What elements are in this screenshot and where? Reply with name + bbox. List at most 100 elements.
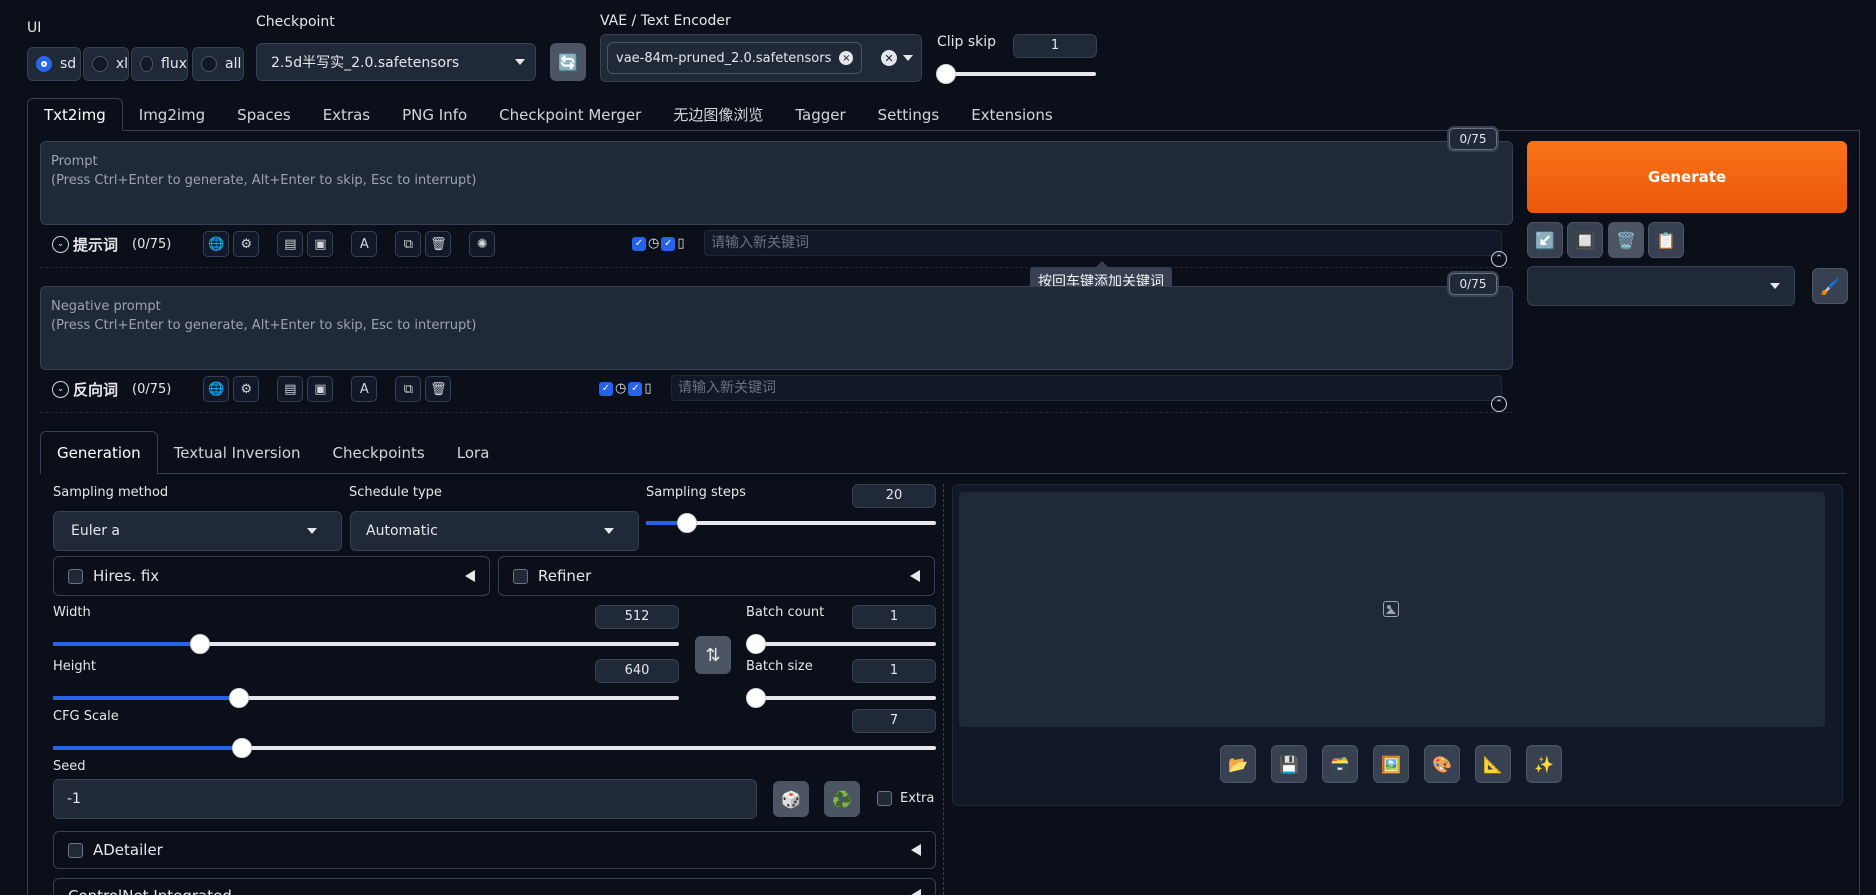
read-params-button[interactable]: ↙️ <box>1527 222 1563 258</box>
tab-settings[interactable]: Settings <box>862 98 956 131</box>
sampling-steps-input[interactable]: 20 <box>852 484 936 508</box>
send-to-inpaint-button[interactable]: 🎨 <box>1424 745 1460 783</box>
negative-prompt-textarea[interactable]: Negative prompt (Press Ctrl+Enter to gen… <box>40 286 1513 370</box>
clip-skip-input[interactable]: 1 <box>1013 34 1097 58</box>
send-to-extras-button[interactable]: 📐 <box>1475 745 1511 783</box>
height-slider[interactable] <box>53 688 679 708</box>
cfg-scale-slider[interactable] <box>53 738 936 758</box>
slider-thumb[interactable] <box>746 688 766 708</box>
sampling-steps-slider[interactable] <box>646 513 936 533</box>
refiner-accordion[interactable]: Refiner <box>498 556 935 596</box>
tab-spaces[interactable]: Spaces <box>221 98 307 131</box>
ui-radio-xl[interactable]: xl <box>83 47 129 81</box>
chevron-down-icon[interactable] <box>903 55 913 61</box>
translate-text-icon[interactable]: A <box>351 376 378 402</box>
checkbox-checked-icon[interactable]: ✓ <box>632 236 646 251</box>
translate-icon[interactable]: 🌐 <box>203 231 230 257</box>
remove-chip-icon[interactable]: × <box>839 51 854 65</box>
styles-dropdown[interactable] <box>1527 266 1795 306</box>
tab-extensions[interactable]: Extensions <box>955 98 1068 131</box>
expand-up-icon[interactable]: ⌃ <box>1491 251 1507 267</box>
batch-count-input[interactable]: 1 <box>852 605 936 629</box>
collapse-icon[interactable]: ⌄ <box>52 235 69 253</box>
height-input[interactable]: 640 <box>595 659 679 683</box>
ui-radio-sd[interactable]: sd <box>27 47 81 81</box>
subtab-generation[interactable]: Generation <box>40 431 158 474</box>
hires-fix-checkbox[interactable] <box>68 568 83 584</box>
upscale-button[interactable]: ✨ <box>1526 745 1562 783</box>
tab-txt2img[interactable]: Txt2img <box>27 98 123 131</box>
width-slider[interactable] <box>53 634 679 654</box>
clipboard-button[interactable]: 📋 <box>1648 222 1684 258</box>
slider-thumb[interactable] <box>228 688 249 708</box>
gear-icon[interactable]: ⚙ <box>233 376 260 402</box>
checkbox-checked-icon[interactable]: ✓ <box>599 381 613 396</box>
generate-button[interactable]: Generate <box>1527 141 1847 213</box>
schedule-type-dropdown[interactable]: Automatic <box>350 511 639 551</box>
subtab-textual-inversion[interactable]: Textual Inversion <box>158 431 317 474</box>
openai-icon[interactable]: ✺ <box>469 231 496 257</box>
edit-styles-button[interactable]: 🖌️ <box>1812 268 1848 304</box>
prompt-textarea[interactable]: Prompt (Press Ctrl+Enter to generate, Al… <box>40 141 1513 225</box>
controlnet-accordion[interactable]: ControlNet Integrated <box>53 878 936 895</box>
checkbox-checked-icon[interactable]: ✓ <box>661 236 676 251</box>
ui-radio-flux[interactable]: flux <box>131 47 188 81</box>
adetailer-checkbox[interactable] <box>68 842 83 858</box>
tab-extras[interactable]: Extras <box>307 98 386 131</box>
collapse-icon[interactable]: ⌄ <box>52 380 69 398</box>
trash-icon[interactable]: 🗑 <box>425 231 452 257</box>
clear-prompt-button[interactable]: 🗑️ <box>1608 222 1644 258</box>
clip-skip-slider[interactable] <box>936 64 1096 84</box>
batch-count-slider[interactable] <box>746 634 936 654</box>
paste-button[interactable]: 🔲 <box>1567 222 1603 258</box>
width-input[interactable]: 512 <box>595 605 679 629</box>
slider-thumb[interactable] <box>746 634 766 654</box>
slider-thumb[interactable] <box>676 513 697 533</box>
copy-icon[interactable]: ⧉ <box>395 376 422 402</box>
sampling-method-dropdown[interactable]: Euler a <box>53 511 342 551</box>
checkpoint-dropdown[interactable]: 2.5d半写实_2.0.safetensors <box>256 43 536 81</box>
prompt-keyword-input[interactable]: 请输入新关键词 <box>704 230 1502 256</box>
negative-keyword-input[interactable]: 请输入新关键词 <box>671 375 1502 401</box>
subtab-lora[interactable]: Lora <box>441 431 506 474</box>
vae-multiselect[interactable]: vae-84m-pruned_2.0.safetensors × ✕ <box>600 34 922 82</box>
hires-fix-accordion[interactable]: Hires. fix <box>53 556 490 596</box>
tab-png-info[interactable]: PNG Info <box>386 98 483 131</box>
open-folder-button[interactable]: 📂 <box>1220 745 1256 783</box>
translate-icon[interactable]: 🌐 <box>203 376 230 402</box>
copy-icon[interactable]: ⧉ <box>395 231 422 257</box>
swap-dimensions-button[interactable]: ⇅ <box>695 636 731 674</box>
extra-checkbox[interactable] <box>877 791 892 806</box>
slider-thumb[interactable] <box>936 64 956 84</box>
refresh-checkpoint-button[interactable]: 🔄 <box>550 43 586 81</box>
seed-input[interactable]: -1 <box>53 779 757 819</box>
tab-checkpoint-merger[interactable]: Checkpoint Merger <box>483 98 657 131</box>
random-seed-button[interactable]: 🎲 <box>773 781 809 817</box>
subtab-checkpoints[interactable]: Checkpoints <box>317 431 441 474</box>
bookmark-icon[interactable]: ▣ <box>307 376 334 402</box>
translate-text-icon[interactable]: A <box>351 231 378 257</box>
cfg-scale-input[interactable]: 7 <box>852 709 936 733</box>
refiner-checkbox[interactable] <box>513 568 528 584</box>
extra-seed-toggle[interactable]: Extra <box>877 791 934 806</box>
checkbox-checked-icon[interactable]: ✓ <box>628 381 643 396</box>
zip-button[interactable]: 🗃️ <box>1322 745 1358 783</box>
slider-thumb[interactable] <box>231 738 252 758</box>
history-icon[interactable]: ▤ <box>277 376 304 402</box>
tab-img2img[interactable]: Img2img <box>123 98 221 131</box>
expand-up-icon[interactable]: ⌃ <box>1491 396 1507 412</box>
gear-icon[interactable]: ⚙ <box>233 231 260 257</box>
reuse-seed-button[interactable]: ♻️ <box>824 781 860 817</box>
slider-thumb[interactable] <box>190 634 211 654</box>
ui-radio-all[interactable]: all <box>192 47 244 81</box>
batch-size-input[interactable]: 1 <box>852 659 936 683</box>
tab-infinite-image-browsing[interactable]: 无边图像浏览 <box>657 98 779 131</box>
tab-tagger[interactable]: Tagger <box>779 98 861 131</box>
batch-size-slider[interactable] <box>746 688 936 708</box>
bookmark-icon[interactable]: ▣ <box>307 231 334 257</box>
save-button[interactable]: 💾 <box>1271 745 1307 783</box>
send-to-img2img-button[interactable]: 🖼️ <box>1373 745 1409 783</box>
adetailer-accordion[interactable]: ADetailer <box>53 831 936 869</box>
trash-icon[interactable]: 🗑 <box>425 376 452 402</box>
clear-icon[interactable]: ✕ <box>881 50 897 66</box>
